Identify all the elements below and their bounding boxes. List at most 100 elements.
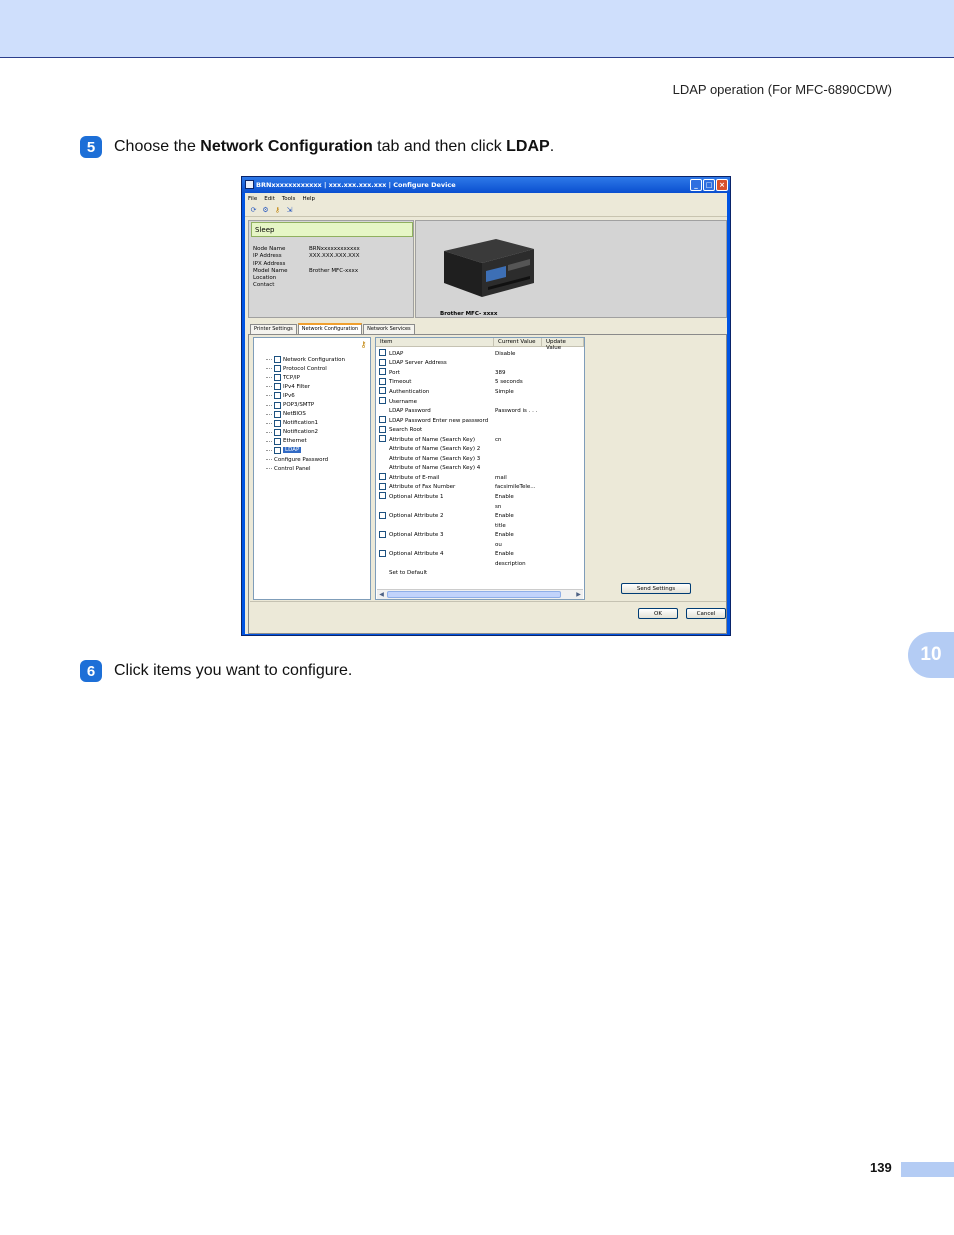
tree-checkbox[interactable] bbox=[274, 446, 281, 454]
window-titlebar[interactable]: BRNxxxxxxxxxxxx | xxx.xxx.xxx.xxx | Conf… bbox=[242, 177, 730, 193]
tree-item[interactable]: Control Panel bbox=[266, 464, 345, 473]
tree-item[interactable]: LDAP bbox=[266, 446, 345, 455]
list-item[interactable]: Search Root bbox=[379, 425, 537, 435]
item-checkbox[interactable] bbox=[379, 473, 386, 481]
list-item[interactable]: LDAP Server Address bbox=[379, 358, 537, 369]
close-button[interactable]: × bbox=[716, 179, 728, 191]
menu-tools[interactable]: Tools bbox=[282, 196, 296, 202]
tab-strip: Printer Settings Network Configuration N… bbox=[250, 323, 416, 334]
tree-item[interactable]: Notification1 bbox=[266, 419, 345, 428]
item-checkbox[interactable] bbox=[379, 530, 386, 538]
tree-checkbox[interactable] bbox=[274, 437, 281, 445]
list-item[interactable]: Optional Attribute 1 Enable bbox=[379, 492, 537, 502]
list-item[interactable]: LDAP Password Password is . . . bbox=[379, 406, 537, 416]
menu-edit[interactable]: Edit bbox=[264, 196, 275, 202]
tab-network-services[interactable]: Network Services bbox=[363, 324, 415, 334]
list-item[interactable]: Optional Attribute 4 Enable bbox=[379, 549, 537, 559]
horizontal-scrollbar[interactable]: ◀ ▶ bbox=[377, 589, 583, 599]
key-icon[interactable]: ⚷ bbox=[359, 340, 368, 350]
scroll-thumb[interactable] bbox=[387, 591, 561, 598]
divider bbox=[250, 601, 726, 602]
checkbox-cell bbox=[379, 397, 389, 406]
item-checkbox[interactable] bbox=[379, 358, 386, 366]
tree-item[interactable]: Ethernet bbox=[266, 437, 345, 446]
list-item[interactable]: title bbox=[379, 521, 537, 531]
list-item[interactable]: LDAP Password Enter new password bbox=[379, 416, 537, 426]
tree-checkbox[interactable] bbox=[274, 356, 281, 364]
maximize-button[interactable]: □ bbox=[703, 179, 715, 191]
list-item[interactable]: Attribute of Name (Search Key) 3 bbox=[379, 454, 537, 464]
tree-checkbox[interactable] bbox=[274, 410, 281, 418]
list-item[interactable]: Attribute of Name (Search Key) 4 bbox=[379, 464, 537, 474]
tree-checkbox[interactable] bbox=[274, 428, 281, 436]
item-name: Optional Attribute 2 bbox=[389, 513, 444, 520]
list-item[interactable]: Username bbox=[379, 397, 537, 407]
send-settings-button[interactable]: Send Settings bbox=[621, 583, 691, 594]
settings-icon[interactable]: ⚙ bbox=[261, 206, 270, 215]
list-item[interactable]: Set to Default bbox=[379, 569, 537, 579]
tree-item[interactable]: IPv6 bbox=[266, 391, 345, 400]
tree-item-label: TCP/IP bbox=[283, 374, 300, 381]
ok-button[interactable]: OK bbox=[638, 608, 678, 619]
checkbox-cell bbox=[379, 482, 389, 492]
item-value: description bbox=[495, 560, 526, 567]
item-value: Simple bbox=[495, 388, 514, 395]
list-item[interactable]: LDAP Disable bbox=[379, 349, 537, 359]
item-checkbox[interactable] bbox=[379, 511, 386, 519]
refresh-icon[interactable]: ⟳ bbox=[249, 206, 258, 215]
item-checkbox[interactable] bbox=[379, 492, 386, 500]
list-item[interactable]: description bbox=[379, 559, 537, 569]
key-icon[interactable]: ⚷ bbox=[273, 206, 282, 215]
item-checkbox[interactable] bbox=[379, 387, 386, 395]
tree-checkbox[interactable] bbox=[274, 383, 281, 391]
item-checkbox[interactable] bbox=[379, 435, 386, 443]
item-name: Attribute of E-mail bbox=[389, 474, 440, 481]
item-checkbox[interactable] bbox=[379, 482, 386, 490]
scroll-right-icon[interactable]: ▶ bbox=[574, 590, 583, 599]
scroll-left-icon[interactable]: ◀ bbox=[377, 590, 386, 599]
column-current-value[interactable]: Current Value bbox=[494, 338, 542, 346]
tree-item[interactable]: TCP/IP bbox=[266, 373, 345, 382]
export-icon[interactable]: ⇲ bbox=[285, 206, 294, 215]
menu-help[interactable]: Help bbox=[302, 196, 315, 202]
list-item[interactable]: ou bbox=[379, 540, 537, 550]
list-item[interactable]: Attribute of Name (Search Key) cn bbox=[379, 435, 537, 445]
column-item[interactable]: Item bbox=[376, 338, 494, 346]
tree-checkbox[interactable] bbox=[274, 401, 281, 409]
tab-printer-settings[interactable]: Printer Settings bbox=[250, 324, 297, 334]
list-item[interactable]: Authentication Simple bbox=[379, 387, 537, 397]
tree-item[interactable]: Configure Password bbox=[266, 455, 345, 464]
item-checkbox[interactable] bbox=[379, 349, 386, 357]
item-checkbox[interactable] bbox=[379, 397, 386, 404]
tree-item[interactable]: Network Configuration bbox=[266, 355, 345, 364]
list-item[interactable]: Port 389 bbox=[379, 368, 537, 378]
tab-network-configuration[interactable]: Network Configuration bbox=[297, 323, 363, 334]
tree-checkbox[interactable] bbox=[274, 374, 281, 382]
tree-checkbox[interactable] bbox=[274, 419, 281, 427]
list-item[interactable]: Attribute of E-mail mail bbox=[379, 473, 537, 483]
list-item[interactable]: Attribute of Name (Search Key) 2 bbox=[379, 444, 537, 454]
page-number: 139 bbox=[870, 1160, 892, 1175]
tree-item[interactable]: POP3/SMTP bbox=[266, 400, 345, 409]
item-checkbox[interactable] bbox=[379, 549, 386, 557]
item-checkbox[interactable] bbox=[379, 416, 386, 424]
list-item[interactable]: sn bbox=[379, 502, 537, 512]
minimize-button[interactable]: _ bbox=[690, 179, 702, 191]
item-name: Optional Attribute 1 bbox=[389, 493, 444, 500]
tree-item[interactable]: IPv4 Filter bbox=[266, 382, 345, 391]
list-item[interactable]: Optional Attribute 3 Enable bbox=[379, 530, 537, 540]
column-update-value[interactable]: Update Value bbox=[542, 338, 584, 351]
menu-file[interactable]: File bbox=[248, 196, 257, 202]
item-checkbox[interactable] bbox=[379, 368, 386, 376]
tree-item[interactable]: NetBIOS bbox=[266, 410, 345, 419]
tree-item[interactable]: Protocol Control bbox=[266, 364, 345, 373]
tree-checkbox[interactable] bbox=[274, 365, 281, 373]
tree-item[interactable]: Notification2 bbox=[266, 428, 345, 437]
list-item[interactable]: Attribute of Fax Number facsimileTele... bbox=[379, 482, 537, 493]
list-item[interactable]: Timeout 5 seconds bbox=[379, 377, 537, 388]
tree-checkbox[interactable] bbox=[274, 392, 281, 400]
item-checkbox[interactable] bbox=[379, 425, 386, 433]
cancel-button[interactable]: Cancel bbox=[686, 608, 726, 619]
list-item[interactable]: Optional Attribute 2 Enable bbox=[379, 511, 537, 521]
item-checkbox[interactable] bbox=[379, 377, 386, 385]
